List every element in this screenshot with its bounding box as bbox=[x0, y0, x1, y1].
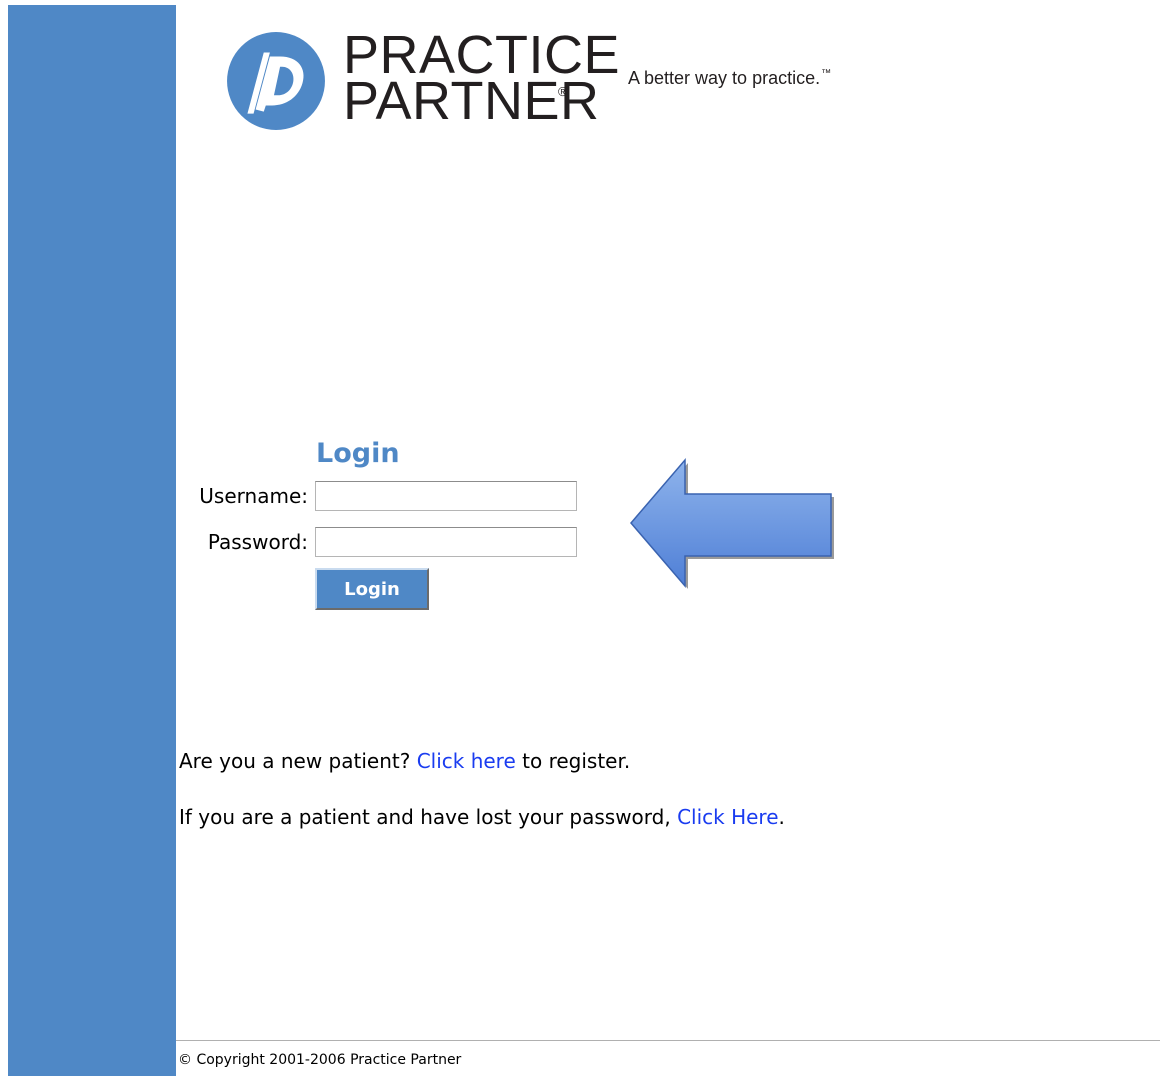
login-page: PRACTICE PARTNER ® A better way to pract… bbox=[0, 0, 1160, 1076]
register-prefix: Are you a new patient? bbox=[179, 749, 417, 773]
login-heading: Login bbox=[316, 438, 400, 469]
username-input[interactable] bbox=[315, 481, 577, 511]
practice-partner-logo-icon bbox=[227, 32, 325, 130]
lost-password-line: If you are a patient and have lost your … bbox=[179, 805, 785, 829]
footer-divider bbox=[176, 1040, 1160, 1041]
password-label: Password: bbox=[207, 530, 308, 554]
register-link[interactable]: Click here bbox=[417, 749, 516, 773]
login-button[interactable]: Login bbox=[315, 568, 429, 610]
register-suffix: to register. bbox=[515, 749, 631, 773]
copyright-notice: © Copyright 2001-2006 Practice Partner bbox=[178, 1052, 462, 1068]
trademark-mark: ™ bbox=[821, 68, 832, 79]
registered-mark: ® bbox=[558, 84, 568, 99]
left-arrow-icon bbox=[630, 457, 834, 589]
brand-name-line2: PARTNER bbox=[343, 74, 600, 128]
lost-password-suffix: . bbox=[778, 805, 785, 829]
password-input[interactable] bbox=[315, 527, 577, 557]
brand-name-line2-text: PARTNER bbox=[343, 71, 600, 131]
sidebar-band bbox=[8, 5, 176, 1076]
username-label: Username: bbox=[199, 484, 308, 508]
lost-password-link[interactable]: Click Here bbox=[677, 805, 778, 829]
lost-password-prefix: If you are a patient and have lost your … bbox=[179, 805, 678, 829]
brand-tagline: A better way to practice.™ bbox=[628, 68, 831, 89]
tagline-text: A better way to practice. bbox=[628, 68, 821, 88]
brand-logo: PRACTICE PARTNER ® bbox=[225, 22, 620, 132]
register-line: Are you a new patient? Click here to reg… bbox=[179, 749, 630, 773]
